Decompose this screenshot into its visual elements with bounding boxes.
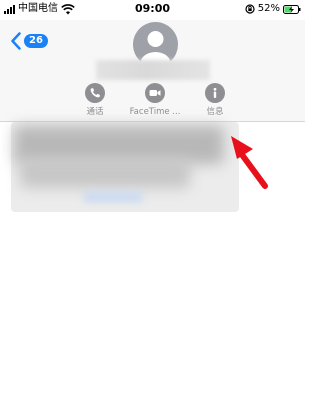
message-link-redacted	[84, 192, 142, 202]
contact-actions: 通话 FaceTime ... 信息	[0, 83, 305, 119]
status-bar-right: 52%	[245, 3, 301, 15]
info-label: 信息	[206, 107, 224, 117]
annotation-arrow-icon	[231, 136, 268, 189]
back-button[interactable]: 26	[10, 32, 48, 50]
facetime-button[interactable]: FaceTime ...	[122, 83, 188, 117]
call-button[interactable]: 通话	[80, 83, 110, 117]
contact-name-redacted	[96, 60, 210, 80]
video-camera-icon	[145, 83, 165, 103]
status-bar: 中国电信 09:00 52%	[0, 0, 305, 20]
battery-charging-icon	[283, 4, 301, 14]
info-icon	[205, 83, 225, 103]
message-text-redacted	[20, 158, 190, 188]
conversation-header: 26 通话 FaceTime ... 信息	[0, 20, 305, 122]
rotation-lock-icon	[245, 4, 255, 14]
battery-percent: 52%	[257, 3, 280, 14]
call-label: 通话	[86, 107, 104, 117]
chevron-left-icon	[11, 32, 21, 50]
info-button[interactable]: 信息	[200, 83, 230, 117]
phone-icon	[85, 83, 105, 103]
facetime-label: FaceTime ...	[129, 107, 181, 117]
unread-count-badge: 26	[24, 34, 48, 48]
